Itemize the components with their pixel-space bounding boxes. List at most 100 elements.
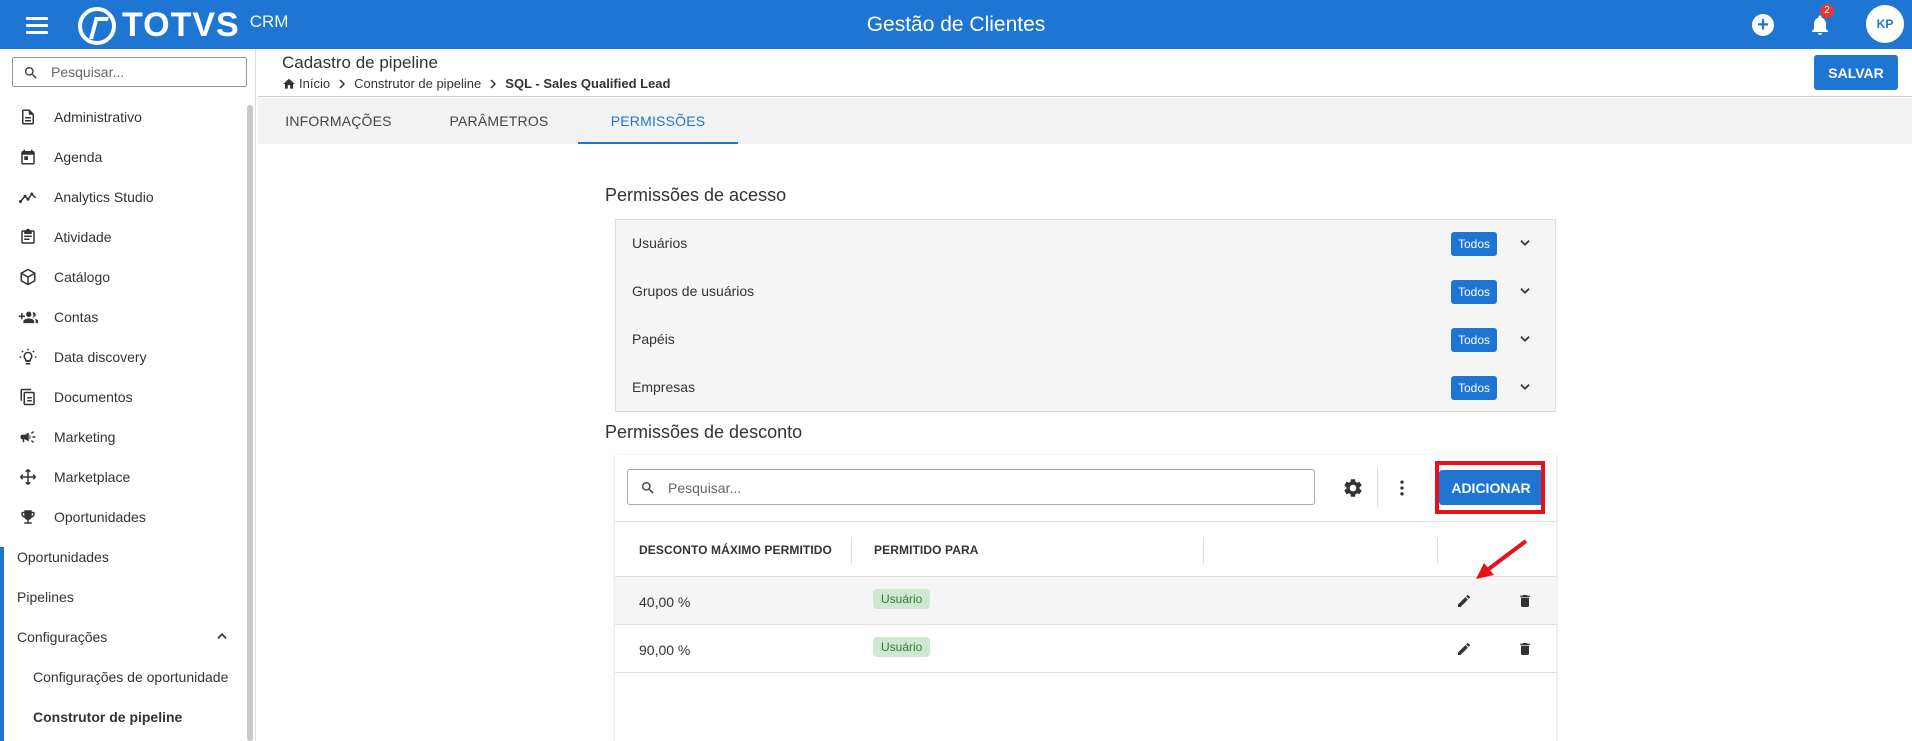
sidebar-item-label: Agenda — [54, 149, 103, 165]
discount-search-field[interactable] — [627, 469, 1315, 505]
document-icon — [18, 107, 38, 127]
breadcrumb-item-current: SQL - Sales Qualified Lead — [505, 76, 671, 91]
sidebar-item-label: Atividade — [54, 229, 112, 245]
chevron-right-icon — [490, 78, 497, 89]
app-title: Gestão de Clientes — [866, 13, 1046, 36]
hub-icon — [18, 467, 38, 487]
max-discount-cell: 90,00 % — [639, 642, 691, 658]
home-icon[interactable] — [282, 77, 296, 91]
calendar-icon — [18, 147, 38, 167]
sidebar-subitem-config-oportunidade[interactable]: Configurações de oportunidade — [0, 657, 246, 697]
megaphone-icon — [18, 427, 38, 447]
access-badge: Todos — [1451, 232, 1498, 256]
sidebar-scrollbar[interactable] — [247, 105, 253, 741]
sidebar-search-input[interactable] — [51, 62, 236, 82]
page-header: Cadastro de pipeline Início Construtor d… — [258, 49, 1912, 97]
sidebar-search-field[interactable] — [12, 57, 247, 87]
trophy-icon — [18, 507, 38, 527]
sidebar-item-label: Catálogo — [54, 269, 111, 285]
sidebar-item-data-discovery[interactable]: Data discovery — [0, 337, 246, 377]
tab-parametros[interactable]: PARÂMETROS — [419, 98, 579, 144]
sidebar-item-documentos[interactable]: Documentos — [0, 377, 246, 417]
breadcrumb-item-construtor[interactable]: Construtor de pipeline — [354, 76, 481, 91]
sidebar-item-label: Configurações de oportunidade — [33, 669, 229, 685]
column-divider — [1437, 538, 1438, 564]
max-discount-cell: 40,00 % — [639, 594, 691, 610]
table-row[interactable]: 40,00 % Usuário — [615, 577, 1556, 625]
table-row[interactable]: 90,00 % Usuário — [615, 625, 1556, 673]
gear-icon[interactable] — [1342, 477, 1364, 499]
sidebar-subitem-pipelines[interactable]: Pipelines — [0, 577, 246, 617]
sidebar-item-label: Marketing — [54, 429, 116, 445]
save-button[interactable]: SALVAR — [1814, 55, 1898, 90]
access-row-label: Empresas — [632, 379, 696, 395]
documents-icon — [18, 387, 38, 407]
add-users-icon — [18, 307, 38, 327]
access-row-usuarios[interactable]: Usuários Todos — [616, 220, 1555, 268]
top-app-bar: TOTVS CRM Gestão de Clientes + 2 KP — [0, 0, 1912, 49]
sidebar-item-atividade[interactable]: Atividade — [0, 217, 246, 257]
annotation-arrow-icon — [1476, 539, 1528, 579]
sidebar-subitem-construtor-pipeline[interactable]: Construtor de pipeline — [0, 697, 246, 737]
column-header-max-discount[interactable]: DESCONTO MÁXIMO PERMITIDO — [639, 543, 832, 557]
sidebar-item-label: Pipelines — [17, 589, 74, 605]
search-icon — [25, 67, 37, 79]
edit-pencil-icon[interactable] — [1456, 641, 1472, 657]
access-row-label: Papéis — [632, 331, 675, 347]
sidebar-item-label: Analytics Studio — [54, 189, 154, 205]
sidebar-item-administrativo[interactable]: Administrativo — [0, 97, 246, 137]
sidebar-item-marketplace[interactable]: Marketplace — [0, 457, 246, 497]
access-row-empresas[interactable]: Empresas Todos — [616, 364, 1555, 412]
sidebar-subitem-oportunidades[interactable]: Oportunidades — [0, 537, 246, 577]
sidebar-subitem-configuracoes[interactable]: Configurações — [0, 617, 246, 657]
chevron-down-icon[interactable] — [1518, 380, 1532, 394]
breadcrumb: Início Construtor de pipeline SQL - Sale… — [282, 76, 670, 91]
sidebar-item-oportunidades[interactable]: Oportunidades — [0, 497, 246, 537]
more-vert-icon[interactable] — [1392, 477, 1412, 499]
chevron-down-icon[interactable] — [1518, 236, 1532, 250]
sidebar-item-label: Configurações — [17, 629, 108, 645]
access-row-papeis[interactable]: Papéis Todos — [616, 316, 1555, 364]
column-divider — [1203, 538, 1204, 564]
sidebar-item-agenda[interactable]: Agenda — [0, 137, 246, 177]
column-header-permitted-for[interactable]: PERMITIDO PARA — [874, 543, 979, 557]
search-icon — [642, 482, 654, 494]
sidebar-item-analytics-studio[interactable]: Analytics Studio — [0, 177, 246, 217]
access-badge: Todos — [1451, 376, 1498, 400]
edit-pencil-icon[interactable] — [1456, 593, 1472, 609]
access-permissions-title: Permissões de acesso — [605, 185, 787, 205]
analytics-icon — [18, 187, 38, 207]
delete-trash-icon[interactable] — [1517, 593, 1533, 609]
sidebar: Administrativo Agenda Analytics Studio A… — [0, 49, 256, 741]
breadcrumb-item-inicio[interactable]: Início — [299, 76, 330, 91]
access-permissions-panel: Usuários Todos Grupos de usuários Todos … — [615, 219, 1556, 412]
sidebar-item-label: Marketplace — [54, 469, 131, 485]
tab-permissoes[interactable]: PERMISSÕES — [578, 98, 738, 144]
clipboard-icon — [18, 227, 38, 247]
sidebar-item-label: Data discovery — [54, 349, 147, 365]
discount-permissions-title: Permissões de desconto — [605, 422, 803, 442]
notification-count-badge: 2 — [1820, 4, 1834, 18]
sidebar-item-label: Oportunidades — [54, 509, 146, 525]
sidebar-item-label: Construtor de pipeline — [33, 709, 183, 725]
chevron-up-icon[interactable] — [215, 629, 229, 643]
access-row-grupos[interactable]: Grupos de usuários Todos — [616, 268, 1555, 316]
chevron-right-icon — [339, 78, 346, 89]
delete-trash-icon[interactable] — [1517, 641, 1533, 657]
add-circle-icon[interactable]: + — [1752, 14, 1774, 36]
tab-informacoes[interactable]: INFORMAÇÕES — [258, 98, 419, 144]
discount-search-input[interactable] — [668, 477, 1268, 499]
sidebar-item-contas[interactable]: Contas — [0, 297, 246, 337]
sidebar-item-marketing[interactable]: Marketing — [0, 417, 246, 457]
access-row-label: Grupos de usuários — [632, 283, 755, 299]
cube-icon — [18, 267, 38, 287]
access-badge: Todos — [1451, 328, 1498, 352]
user-avatar[interactable]: KP — [1866, 5, 1904, 43]
sidebar-item-catalogo[interactable]: Catálogo — [0, 257, 246, 297]
lightbulb-icon — [18, 347, 38, 367]
chevron-down-icon[interactable] — [1518, 332, 1532, 346]
add-button[interactable]: ADICIONAR — [1439, 470, 1543, 505]
discount-permissions-card: ADICIONAR DESCONTO MÁXIMO PERMITIDO PERM… — [615, 455, 1556, 741]
chevron-down-icon[interactable] — [1518, 284, 1532, 298]
page-title: Cadastro de pipeline — [282, 53, 438, 72]
